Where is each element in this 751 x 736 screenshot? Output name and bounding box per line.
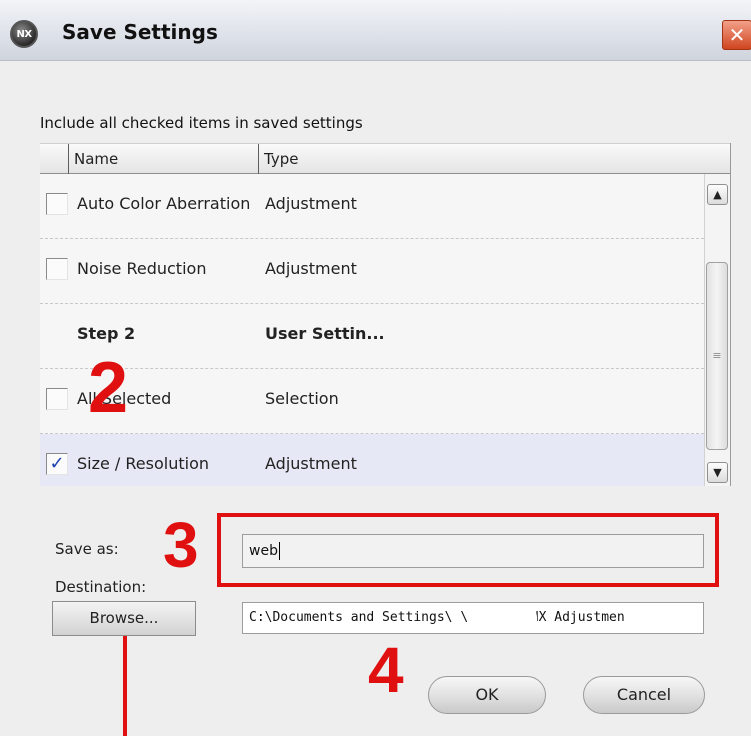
row-type: Adjustment — [265, 454, 357, 473]
row-type: Selection — [265, 389, 339, 408]
scroll-up-button[interactable]: ▲ — [707, 184, 728, 205]
row-type: Adjustment — [265, 259, 357, 278]
redaction-mark — [467, 607, 537, 631]
settings-table: Name Type Auto Color Aberration Adjustme… — [40, 143, 731, 486]
close-button[interactable]: ✕ — [722, 20, 751, 50]
dialog-title: Save Settings — [62, 20, 218, 44]
ok-button[interactable]: OK — [428, 676, 546, 714]
row-name: Size / Resolution — [77, 454, 210, 473]
row-type: Adjustment — [265, 194, 357, 213]
table-row[interactable]: Noise Reduction Adjustment — [40, 239, 704, 304]
save-as-label: Save as: — [55, 540, 119, 558]
destination-field[interactable]: C:\Documents and Settings\ \Desktop\NX A… — [242, 602, 704, 634]
row-name: Auto Color Aberration — [77, 194, 251, 213]
row-name: Noise Reduction — [77, 259, 207, 278]
row-checkbox[interactable] — [46, 258, 68, 280]
table-caption: Include all checked items in saved setti… — [40, 114, 363, 132]
browse-button[interactable]: Browse... — [52, 601, 196, 636]
scrollbar-thumb[interactable]: ≡ — [706, 262, 728, 450]
header-type[interactable]: Type — [258, 144, 704, 174]
table-header: Name Type — [40, 143, 730, 174]
table-row[interactable]: Auto Color Aberration Adjustment — [40, 174, 704, 239]
scroll-down-button[interactable]: ▼ — [707, 462, 728, 483]
annotation-step-2: 2 — [88, 348, 129, 428]
annotation-step-3: 3 — [163, 509, 199, 581]
close-icon: ✕ — [728, 23, 746, 47]
destination-path: C:\Documents and Settings\ \Desktop\NX A… — [249, 610, 625, 625]
annotation-step-4: 4 — [368, 634, 404, 706]
annotation-pointer-line — [123, 636, 127, 736]
row-name: Step 2 — [77, 324, 136, 343]
table-row[interactable]: All Selected Selection — [40, 369, 704, 434]
row-checkbox-checked[interactable]: ✓ — [46, 453, 68, 475]
save-settings-dialog: NX Save Settings ✕ Include all checked i… — [0, 0, 751, 736]
title-bar[interactable]: NX Save Settings ✕ — [0, 0, 751, 61]
chevron-up-icon: ▲ — [713, 188, 722, 201]
header-name[interactable]: Name — [68, 144, 260, 174]
nx-logo-icon: NX — [10, 20, 38, 48]
row-checkbox[interactable] — [46, 388, 68, 410]
chevron-down-icon: ▼ — [713, 466, 722, 479]
grip-icon: ≡ — [712, 349, 722, 362]
annotation-highlight-box — [217, 513, 719, 587]
destination-label: Destination: — [55, 578, 147, 596]
vertical-scrollbar[interactable]: ▲ ≡ ▼ — [704, 174, 730, 486]
header-check-column[interactable] — [40, 144, 69, 174]
cancel-button[interactable]: Cancel — [583, 676, 705, 714]
row-type: User Settin... — [265, 324, 385, 343]
table-row-group-header[interactable]: Step 2 User Settin... — [40, 304, 704, 369]
table-row-selected[interactable]: ✓ Size / Resolution Adjustment — [40, 434, 704, 486]
row-checkbox[interactable] — [46, 193, 68, 215]
